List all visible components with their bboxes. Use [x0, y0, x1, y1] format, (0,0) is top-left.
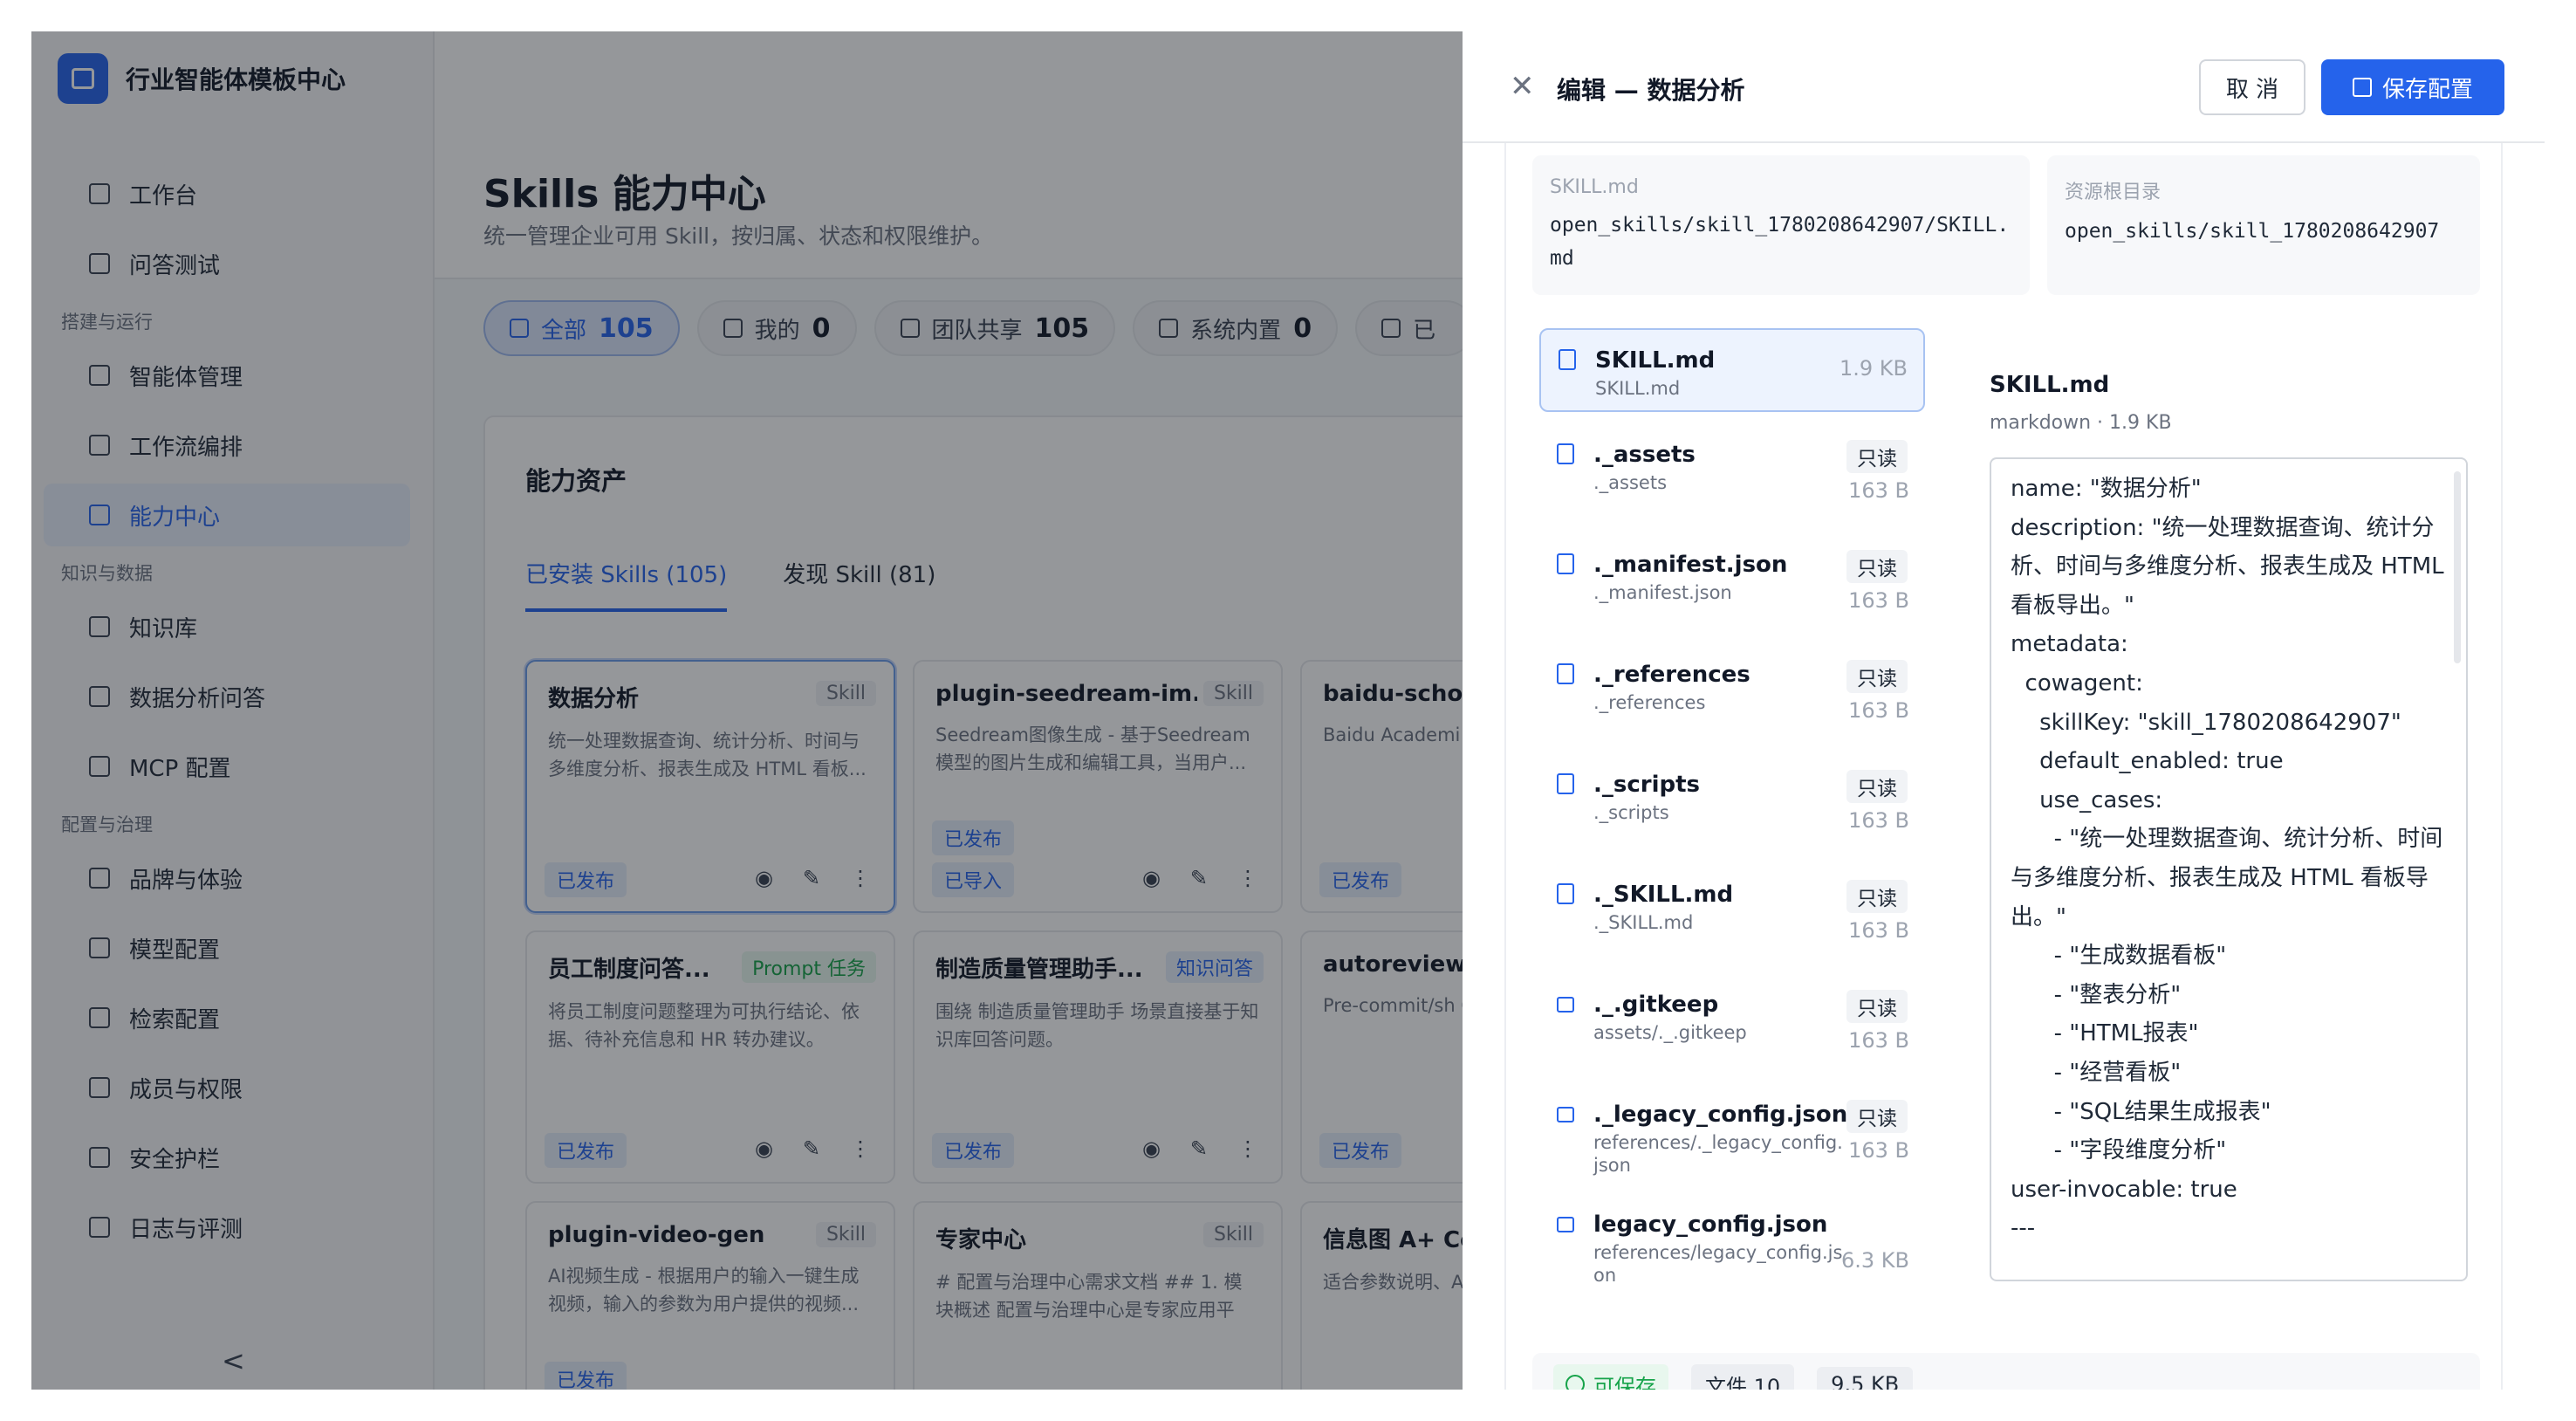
file-path: references/legacy_config.json	[1593, 1242, 1843, 1286]
editor-text: name: "数据分析" description: "统一处理数据查询、统计分析…	[2011, 476, 2444, 1242]
file-list-item[interactable]: legacy_config.json references/legacy_conf…	[1539, 1194, 1925, 1304]
file-path: assets/._.gitkeep	[1593, 1022, 1747, 1043]
save-config-label: 保存配置	[2381, 76, 2473, 103]
file-list-item[interactable]: ._legacy_config.json references/._legacy_…	[1539, 1084, 1925, 1194]
readonly-badge: 只读	[1846, 550, 1908, 583]
file-size: 163 B	[1848, 478, 1909, 503]
resource-root-box: 资源根目录 open_skills/skill_1780208642907	[2047, 155, 2480, 295]
modal-overlay[interactable]	[31, 31, 1463, 1390]
file-size: 163 B	[1848, 1138, 1909, 1163]
file-list-item[interactable]: ._.gitkeep assets/._.gitkeep 只读 163 B	[1539, 974, 1925, 1084]
file-list-item[interactable]: ._references ._references 只读 163 B	[1539, 644, 1925, 754]
file-size: 1.9 KB	[1840, 356, 1908, 381]
savable-status-label: 可保存	[1593, 1374, 1656, 1390]
file-content-editor[interactable]: name: "数据分析" description: "统一处理数据查询、统计分析…	[1990, 457, 2468, 1281]
folder-icon	[1557, 1107, 1574, 1122]
readonly-badge: 只读	[1846, 440, 1908, 473]
preview-file-meta: markdown · 1.9 KB	[1990, 412, 2172, 434]
file-icon	[1557, 883, 1574, 904]
readonly-badge: 只读	[1846, 660, 1908, 693]
file-path: ._SKILL.md	[1593, 912, 1694, 933]
edit-drawer: ✕ 编辑 — 数据分析 取 消 保存配置 SKILL.md open_skill…	[1463, 31, 2545, 1390]
skill-md-path-value: open_skills/skill_1780208642907/SKILL.md	[1550, 214, 2010, 270]
skill-md-path-box: SKILL.md open_skills/skill_1780208642907…	[1532, 155, 2030, 295]
file-icon	[1557, 773, 1574, 794]
status-bar: 可保存 文件 10 9.5 KB	[1532, 1353, 2480, 1390]
skill-md-path-label: SKILL.md	[1550, 176, 1639, 198]
check-circle-icon	[1565, 1375, 1585, 1390]
save-config-button[interactable]: 保存配置	[2321, 59, 2504, 115]
savable-status: 可保存	[1553, 1363, 1668, 1390]
file-name: legacy_config.json	[1593, 1212, 1828, 1238]
folder-icon	[1557, 997, 1574, 1013]
editor-scrollbar[interactable]	[2454, 471, 2461, 663]
file-list-item[interactable]: ._manifest.json ._manifest.json 只读 163 B	[1539, 534, 1925, 644]
file-list: SKILL.md SKILL.md 1.9 KB ._assets ._assets 只读…	[1539, 328, 1925, 1304]
file-list-item[interactable]: ._scripts ._scripts 只读 163 B	[1539, 754, 1925, 864]
total-size-chip: 9.5 KB	[1817, 1367, 1914, 1390]
file-size: 163 B	[1848, 918, 1909, 943]
file-path: ._scripts	[1593, 802, 1669, 823]
drawer-header: ✕ 编辑 — 数据分析 取 消 保存配置	[1463, 31, 2545, 143]
file-path: SKILL.md	[1595, 378, 1681, 399]
file-size: 163 B	[1848, 588, 1909, 613]
file-size: 163 B	[1848, 808, 1909, 833]
readonly-badge: 只读	[1846, 880, 1908, 913]
drawer-title: 编辑 — 数据分析	[1557, 76, 1745, 105]
file-icon	[1557, 553, 1574, 574]
resource-root-label: 资源根目录	[2065, 182, 2162, 203]
file-path: ._references	[1593, 692, 1706, 713]
file-path: ._assets	[1593, 472, 1668, 493]
app-window: 行业智能体模板中心 工作台 问答测试 搭建与运行 智能体管理 工作流编排 能力中心 知识与数…	[31, 31, 2545, 1390]
preview-file-name: SKILL.md	[1990, 372, 2110, 398]
file-icon	[1559, 349, 1576, 370]
file-size: 163 B	[1848, 698, 1909, 723]
readonly-badge: 只读	[1846, 1100, 1908, 1133]
resource-root-value: open_skills/skill_1780208642907	[2065, 220, 2440, 243]
folder-icon	[1557, 1217, 1574, 1232]
file-icon	[1557, 443, 1574, 464]
readonly-badge: 只读	[1846, 990, 1908, 1023]
file-size: 163 B	[1848, 1028, 1909, 1053]
file-path: ._manifest.json	[1593, 582, 1732, 603]
save-icon	[2352, 78, 2372, 97]
cancel-button[interactable]: 取 消	[2199, 59, 2305, 115]
file-count-chip: 文件 10	[1691, 1363, 1795, 1390]
close-icon[interactable]: ✕	[1510, 72, 1535, 101]
file-icon	[1557, 663, 1574, 684]
file-path: references/._legacy_config.json	[1593, 1132, 1843, 1176]
drawer-body: SKILL.md open_skills/skill_1780208642907…	[1504, 143, 2503, 1390]
file-size: 6.3 KB	[1841, 1248, 1909, 1273]
readonly-badge: 只读	[1846, 770, 1908, 803]
file-list-item[interactable]: SKILL.md SKILL.md 1.9 KB	[1539, 328, 1925, 412]
file-list-item[interactable]: ._assets ._assets 只读 163 B	[1539, 424, 1925, 534]
file-list-item[interactable]: ._SKILL.md ._SKILL.md 只读 163 B	[1539, 864, 1925, 974]
